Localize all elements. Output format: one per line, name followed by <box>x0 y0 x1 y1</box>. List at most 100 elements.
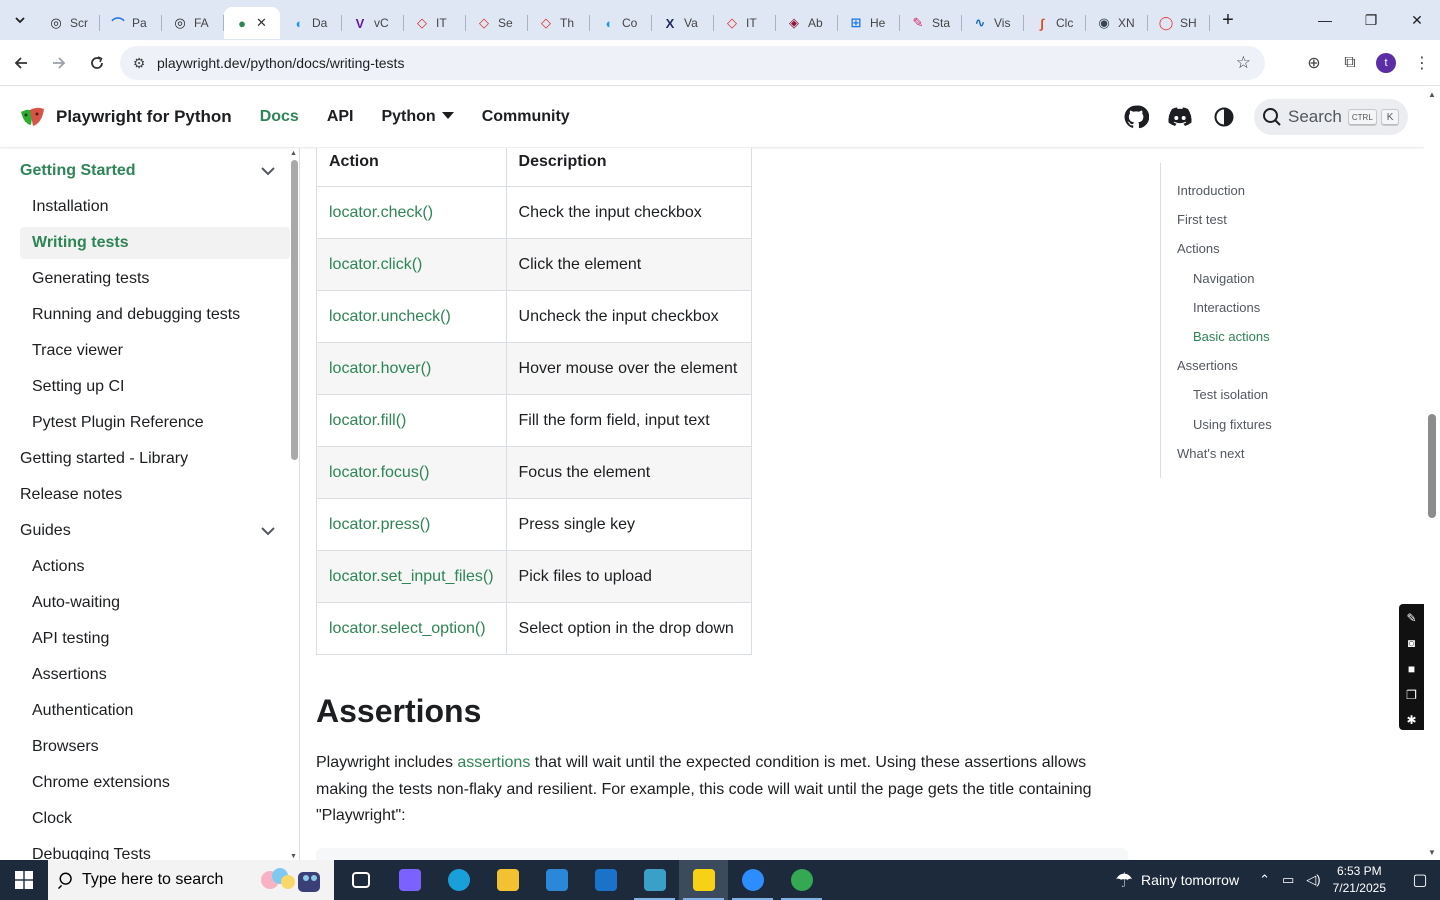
toc-link[interactable]: Basic actions <box>1193 329 1270 344</box>
sidebar-item[interactable]: Trace viewer <box>20 335 290 367</box>
browser-tab[interactable]: ◈ Ab <box>776 7 838 39</box>
clock[interactable]: 6:53 PM 7/21/2025 <box>1333 863 1386 897</box>
site-info-icon[interactable]: ⚙ <box>124 55 154 72</box>
browser-tab[interactable]: ◉ XN <box>1086 7 1148 39</box>
volume-icon[interactable]: ◁) <box>1306 872 1320 888</box>
page-scrollbar[interactable]: ▲ ▼ <box>1424 87 1440 860</box>
browser-tab[interactable]: ◇ Th <box>528 7 590 39</box>
browser-tab[interactable]: ◎ FA <box>162 7 224 39</box>
new-tab-button[interactable]: + <box>1214 6 1242 34</box>
browser-tab[interactable]: ◎ Scr <box>38 7 100 39</box>
toc-link[interactable]: Actions <box>1177 241 1220 256</box>
browser-tab[interactable]: ◯ SH <box>1148 7 1210 39</box>
toc-link[interactable]: Introduction <box>1177 183 1245 198</box>
sidebar-scroll-thumb[interactable] <box>291 160 298 460</box>
taskbar-app-copilot[interactable] <box>385 860 434 900</box>
taskbar-app-chrome[interactable] <box>777 860 826 900</box>
sidebar-scrollbar[interactable]: ▲ ▼ <box>290 150 298 860</box>
taskbar-app-file-explorer[interactable] <box>483 860 532 900</box>
sidebar-item[interactable]: Setting up CI <box>20 371 290 403</box>
sidebar-item[interactable]: Assertions <box>20 659 290 691</box>
taskbar-app-mail[interactable] <box>581 860 630 900</box>
close-window-button[interactable]: ✕ <box>1394 0 1440 40</box>
extensions-icon[interactable]: ⧉ <box>1332 54 1368 72</box>
browser-tab[interactable]: X Va <box>652 7 714 39</box>
page-scroll-thumb[interactable] <box>1428 414 1436 518</box>
toc-link[interactable]: Assertions <box>1177 358 1238 373</box>
sidebar-item[interactable]: Writing tests <box>20 227 290 259</box>
action-method-link[interactable]: locator.click() <box>316 238 507 291</box>
discord-icon[interactable] <box>1158 107 1202 127</box>
sidebar-item[interactable]: Pytest Plugin Reference <box>20 407 290 439</box>
sidebar-item[interactable]: Running and debugging tests <box>20 299 290 331</box>
action-method-link[interactable]: locator.select_option() <box>316 602 507 655</box>
chevron-down-icon[interactable] <box>260 163 276 179</box>
action-method-link[interactable]: locator.press() <box>316 498 507 551</box>
sidebar-item[interactable]: Release notes <box>20 479 290 511</box>
sidebar-item[interactable]: Actions <box>20 551 290 583</box>
bookmark-star-icon[interactable]: ☆ <box>1236 53 1251 73</box>
taskbar-app-store[interactable] <box>532 860 581 900</box>
sidebar-item[interactable]: Getting started - Library <box>20 443 290 475</box>
video-camera-icon[interactable]: ■ <box>1408 659 1415 679</box>
weather-widget[interactable]: ☂ Rainy tomorrow <box>1115 868 1239 893</box>
taskbar-app-sticky-notes[interactable] <box>679 860 728 900</box>
sidebar-item[interactable]: Clock <box>20 803 290 835</box>
nav-python-dropdown[interactable]: Python <box>381 108 453 126</box>
chevron-down-icon[interactable] <box>260 523 276 539</box>
action-method-link[interactable]: locator.focus() <box>316 446 507 499</box>
browser-tab[interactable]: ⊞ He <box>838 7 900 39</box>
browser-tab[interactable]: ◖ Da <box>280 7 342 39</box>
theme-toggle-icon[interactable] <box>1202 106 1246 128</box>
nav-api[interactable]: API <box>327 108 354 126</box>
page-scroll-up-icon[interactable]: ▲ <box>1428 90 1436 99</box>
toc-link[interactable]: Interactions <box>1193 300 1260 315</box>
camera-icon[interactable]: ◙ <box>1408 634 1415 654</box>
toc-link[interactable]: What's next <box>1177 446 1245 461</box>
sidebar-item[interactable]: Guides <box>20 515 290 547</box>
taskbar-app-edge[interactable] <box>434 860 483 900</box>
action-method-link[interactable]: locator.fill() <box>316 394 507 447</box>
browser-tab[interactable]: ∿ Vis <box>962 7 1024 39</box>
browser-tab[interactable]: ◖ Co <box>590 7 652 39</box>
menu-kebab-icon[interactable]: ⋮ <box>1404 53 1440 73</box>
reload-button[interactable] <box>80 46 114 80</box>
browser-tab[interactable]: ◇ IT <box>714 7 776 39</box>
sidebar-item[interactable]: Authentication <box>20 695 290 727</box>
window-icon[interactable]: ❐ <box>1406 685 1417 705</box>
start-button[interactable] <box>0 860 48 900</box>
browser-tab[interactable]: ⌒ Pa <box>100 7 162 39</box>
search-button[interactable]: Search CTRL K <box>1254 99 1408 135</box>
taskbar-app-devtool[interactable] <box>630 860 679 900</box>
action-method-link[interactable]: locator.uncheck() <box>316 290 507 343</box>
browser-tab[interactable]: ● ✕ <box>224 7 280 39</box>
back-button[interactable] <box>4 46 38 80</box>
nav-docs[interactable]: Docs <box>260 108 299 126</box>
browser-tab[interactable]: ✎ Sta <box>900 7 962 39</box>
taskbar-app-task-view[interactable] <box>336 860 385 900</box>
brand-link[interactable]: Playwright for Python <box>18 106 232 128</box>
tab-search-button[interactable] <box>6 6 34 34</box>
github-icon[interactable] <box>1114 104 1158 130</box>
toc-link[interactable]: Using fixtures <box>1193 417 1272 432</box>
pin-icon[interactable]: ✎ <box>1406 608 1416 628</box>
action-method-link[interactable]: locator.hover() <box>316 342 507 395</box>
notification-icon[interactable]: ▢ <box>1400 870 1440 890</box>
sidebar-item[interactable]: Generating tests <box>20 263 290 295</box>
address-bar[interactable]: ⚙ playwright.dev/python/docs/writing-tes… <box>120 46 1265 80</box>
browser-tab[interactable]: ∫ Clc <box>1024 7 1086 39</box>
gear-icon[interactable]: ✱ <box>1406 710 1416 730</box>
chevron-up-icon[interactable]: ⌃ <box>1259 872 1270 888</box>
browser-tab[interactable]: VvC <box>342 7 404 39</box>
sidebar-item[interactable]: Browsers <box>20 731 290 763</box>
toc-link[interactable]: Test isolation <box>1193 387 1268 402</box>
assertions-link[interactable]: assertions <box>457 754 530 771</box>
network-icon[interactable]: ▭ <box>1282 872 1294 888</box>
translate-icon[interactable]: ⊕ <box>1296 53 1332 73</box>
taskbar-app-zoom[interactable] <box>728 860 777 900</box>
sidebar-item[interactable]: Installation <box>20 191 290 223</box>
toc-link[interactable]: Navigation <box>1193 271 1254 286</box>
scroll-up-arrow-icon[interactable]: ▲ <box>290 150 297 157</box>
taskbar-search[interactable]: Type here to search <box>48 860 334 900</box>
action-method-link[interactable]: locator.check() <box>316 186 507 239</box>
